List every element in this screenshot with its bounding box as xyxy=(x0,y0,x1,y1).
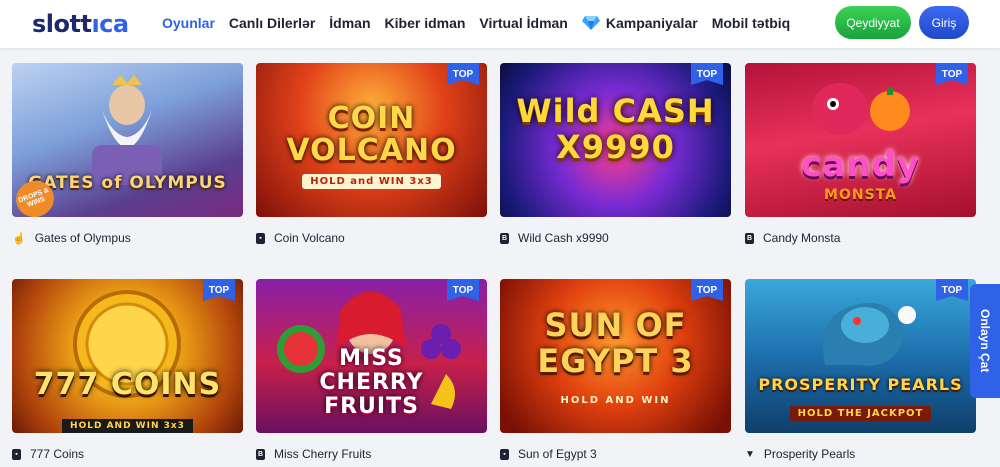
login-button[interactable]: Giriş xyxy=(919,6,969,39)
game-card-candy-monsta[interactable]: candy MONSTA TOP B Candy Monsta xyxy=(745,63,976,245)
card-icon: ▪ xyxy=(256,232,265,244)
game-art-title: Wild CASH X9990 xyxy=(516,92,715,166)
game-caption: B Candy Monsta xyxy=(745,231,976,245)
logo-accent-text: ıca xyxy=(91,10,129,38)
game-thumbnail[interactable]: PROSPERITY PEARLS HOLD THE JACKPOT TOP xyxy=(745,279,976,433)
hand-icon: ☝ xyxy=(12,232,26,245)
nav-canli-dilerler[interactable]: Canlı Dilerlər xyxy=(229,15,315,31)
game-caption: ▪ Sun of Egypt 3 xyxy=(500,447,731,461)
game-art-title: MISS CHERRY FRUITS xyxy=(319,346,424,419)
top-badge: TOP xyxy=(691,63,723,85)
game-thumbnail[interactable]: COIN VOLCANO HOLD and WIN 3x3 TOP xyxy=(256,63,487,217)
game-caption: ☝ Gates of Olympus xyxy=(12,231,243,245)
game-art-title: 777 COINS xyxy=(33,367,222,402)
zeus-illustration-icon xyxy=(92,75,162,185)
game-name: Coin Volcano xyxy=(274,231,345,245)
game-thumbnail[interactable]: 777 COINS HOLD AND WIN 3x3 TOP xyxy=(12,279,243,433)
top-badge: TOP xyxy=(203,279,235,301)
game-art-title: COIN VOLCANO xyxy=(286,101,457,168)
card-icon: ▪ xyxy=(12,448,21,460)
top-badge: TOP xyxy=(691,279,723,301)
game-name: Miss Cherry Fruits xyxy=(274,447,372,461)
logo[interactable]: slottıca xyxy=(32,10,129,38)
game-art-subtitle: HOLD THE JACKPOT xyxy=(789,406,932,421)
nav-kampaniyalar[interactable]: Kampaniyalar xyxy=(581,15,698,31)
game-art-subtitle: HOLD AND WIN xyxy=(560,395,671,406)
monster-illustration-icon xyxy=(812,83,910,135)
top-badge: TOP xyxy=(447,63,479,85)
nav-mobil-tetbiq[interactable]: Mobil tətbiq xyxy=(712,15,791,31)
header: slottıca Oyunlar Canlı Dilerlər İdman Ki… xyxy=(0,0,1000,48)
b-icon: B xyxy=(256,448,265,460)
game-thumbnail[interactable]: GATES of OLYMPUS DROPS & WINS xyxy=(12,63,243,217)
game-name: 777 Coins xyxy=(30,447,85,461)
game-thumbnail[interactable]: Wild CASH X9990 TOP xyxy=(500,63,731,217)
top-badge: TOP xyxy=(936,63,968,85)
game-card-wild-cash[interactable]: Wild CASH X9990 TOP B Wild Cash x9990 xyxy=(500,63,731,245)
game-art-title: SUN OF EGYPT 3 xyxy=(537,306,694,380)
card-icon: ▪ xyxy=(500,448,509,460)
game-art-subtitle: MONSTA xyxy=(824,187,897,203)
game-card-coin-volcano[interactable]: COIN VOLCANO HOLD and WIN 3x3 TOP ▪ Coin… xyxy=(256,63,487,245)
game-art-subtitle: HOLD and WIN 3x3 xyxy=(302,174,441,189)
online-chat-tab[interactable]: Onlayn Çat xyxy=(970,284,1000,398)
game-art-title: PROSPERITY PEARLS xyxy=(758,375,963,394)
game-thumbnail[interactable]: MISS CHERRY FRUITS TOP xyxy=(256,279,487,433)
game-card-777-coins[interactable]: 777 COINS HOLD AND WIN 3x3 TOP ▪ 777 Coi… xyxy=(12,279,243,461)
diamond-icon xyxy=(581,16,600,30)
nav-virtual-idman[interactable]: Virtual İdman xyxy=(479,15,567,31)
b-icon: B xyxy=(500,232,509,244)
game-caption: ▼ Prosperity Pearls xyxy=(745,447,976,461)
game-caption: B Miss Cherry Fruits xyxy=(256,447,487,461)
game-art-subtitle: HOLD AND WIN 3x3 xyxy=(62,419,193,433)
top-badge: TOP xyxy=(936,279,968,301)
game-name: Prosperity Pearls xyxy=(763,447,856,461)
game-thumbnail[interactable]: candy MONSTA TOP xyxy=(745,63,976,217)
nav-kiber-idman[interactable]: Kiber idman xyxy=(385,15,466,31)
game-card-prosperity-pearls[interactable]: PROSPERITY PEARLS HOLD THE JACKPOT TOP ▼… xyxy=(745,279,976,461)
game-thumbnail[interactable]: SUN OF EGYPT 3 HOLD AND WIN TOP xyxy=(500,279,731,433)
chevron-icon: ▼ xyxy=(745,448,755,460)
game-name: Gates of Olympus xyxy=(34,231,131,245)
b-icon: B xyxy=(745,232,754,244)
logo-text: slott xyxy=(32,10,92,38)
game-name: Wild Cash x9990 xyxy=(518,231,609,245)
game-art-title: candy xyxy=(801,145,920,185)
game-caption: ▪ Coin Volcano xyxy=(256,231,487,245)
game-card-gates-of-olympus[interactable]: GATES of OLYMPUS DROPS & WINS ☝ Gates of… xyxy=(12,63,243,245)
register-button[interactable]: Qeydiyyat xyxy=(835,6,911,39)
game-name: Sun of Egypt 3 xyxy=(518,447,597,461)
nav-kampaniyalar-label: Kampaniyalar xyxy=(605,15,698,31)
game-caption: ▪ 777 Coins xyxy=(12,447,243,461)
nav-idman[interactable]: İdman xyxy=(329,15,370,31)
game-card-miss-cherry-fruits[interactable]: MISS CHERRY FRUITS TOP B Miss Cherry Fru… xyxy=(256,279,487,461)
nav-oyunlar[interactable]: Oyunlar xyxy=(162,15,215,31)
dragon-illustration-icon xyxy=(823,303,916,366)
main-nav: Oyunlar Canlı Dilerlər İdman Kiber idman… xyxy=(162,15,804,31)
game-card-sun-of-egypt-3[interactable]: SUN OF EGYPT 3 HOLD AND WIN TOP ▪ Sun of… xyxy=(500,279,731,461)
game-caption: B Wild Cash x9990 xyxy=(500,231,731,245)
game-name: Candy Monsta xyxy=(763,231,841,245)
